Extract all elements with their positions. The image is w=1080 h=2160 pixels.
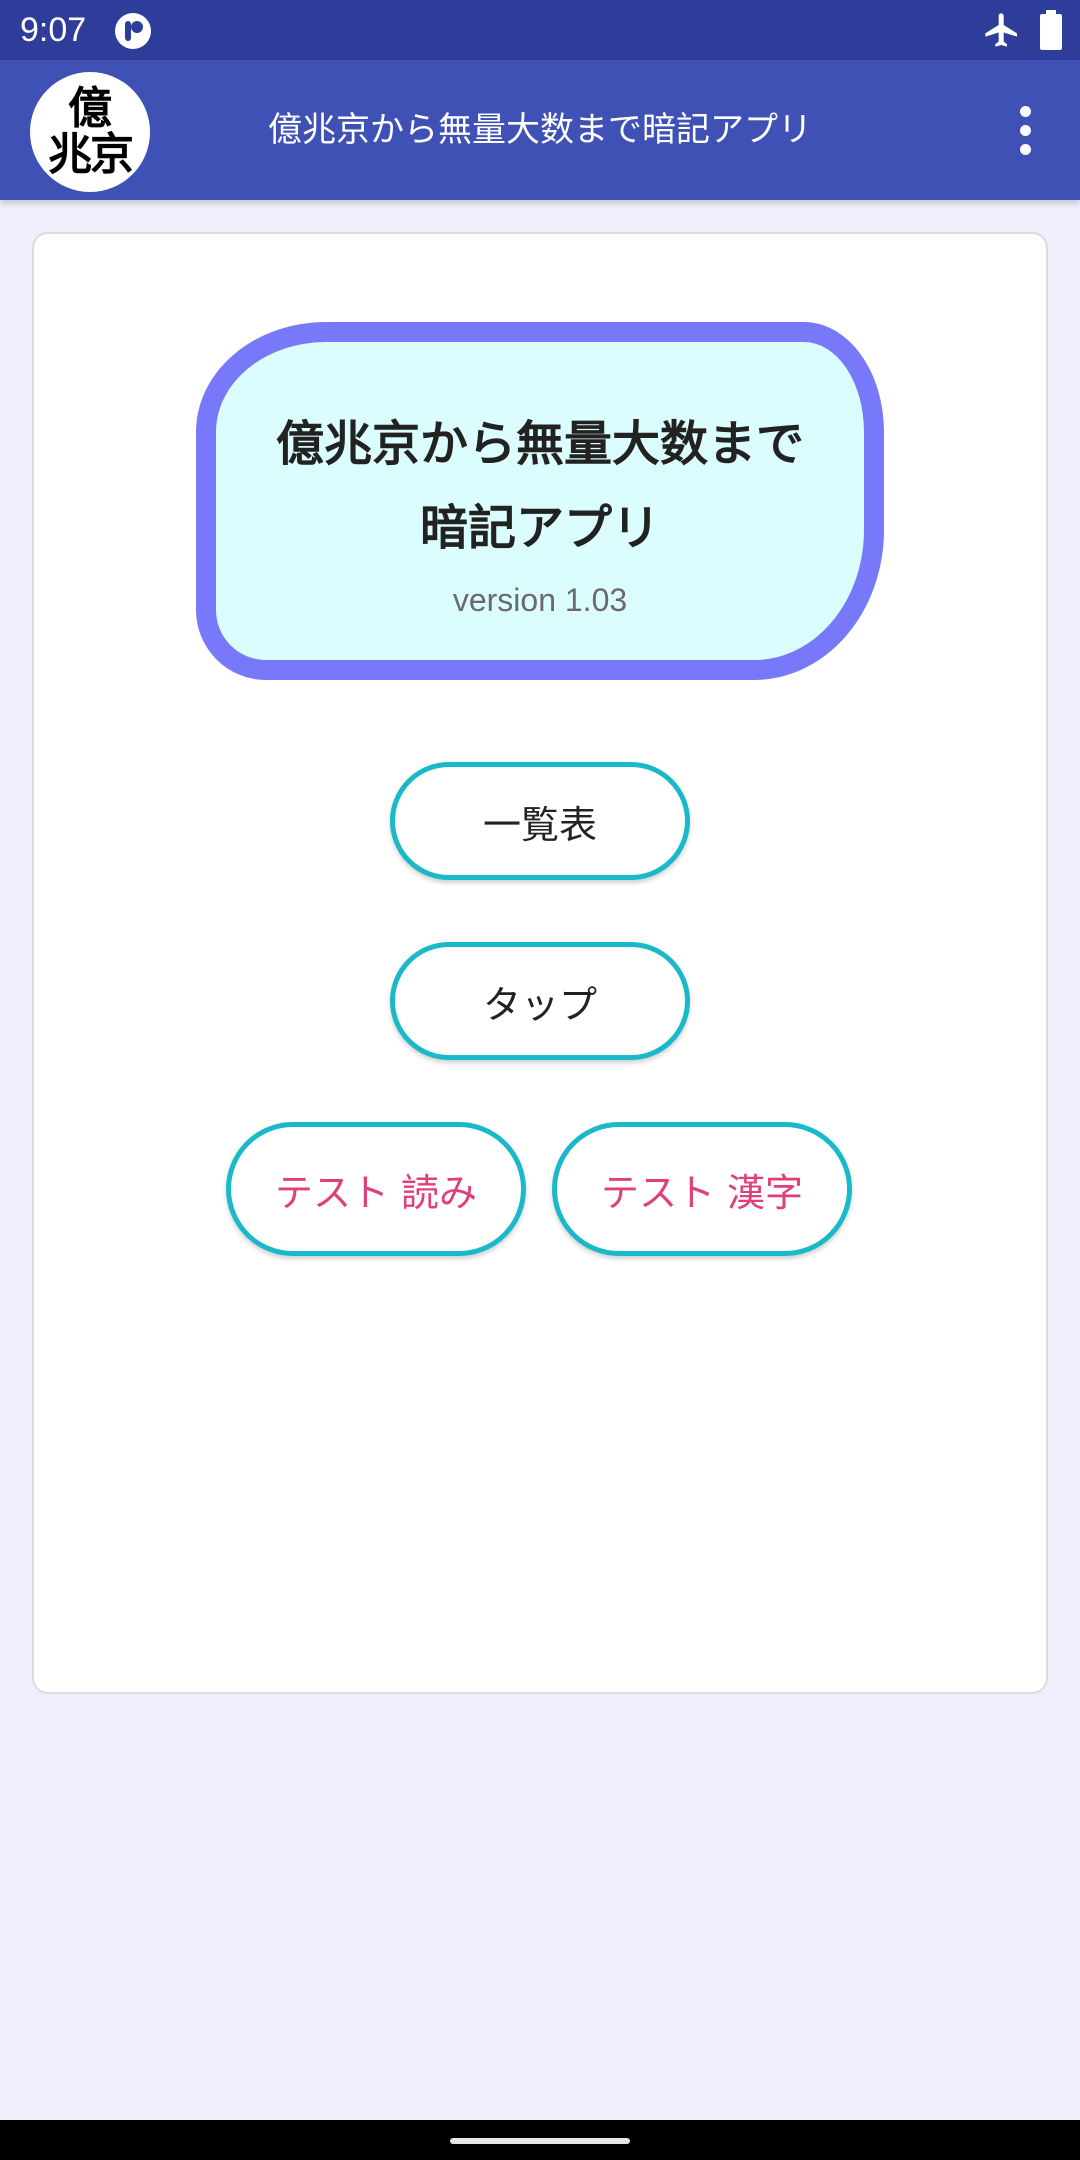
list-button[interactable]: 一覧表 xyxy=(390,762,690,880)
airplane-mode-icon xyxy=(985,13,1017,47)
test-kanji-button-label: テスト 漢字 xyxy=(600,1170,804,1215)
test-reading-button[interactable]: テスト 読み xyxy=(226,1122,526,1256)
logo-line1: 億 xyxy=(68,83,112,134)
tap-button[interactable]: タップ xyxy=(390,942,690,1060)
battery-icon xyxy=(1040,10,1062,50)
more-vert-icon xyxy=(1019,124,1031,136)
test-kanji-button[interactable]: テスト 漢字 xyxy=(552,1122,852,1256)
main-title: 億兆京から無量大数まで 暗記アプリ xyxy=(216,402,864,570)
title-panel: 億兆京から無量大数まで 暗記アプリ version 1.03 xyxy=(196,322,884,680)
list-button-label: 一覧表 xyxy=(482,802,597,847)
status-bar: 9:07 xyxy=(0,0,1080,60)
test-reading-button-label: テスト 読み xyxy=(274,1170,478,1215)
more-vert-icon xyxy=(1019,105,1031,117)
logo-line2: 兆京 xyxy=(48,129,134,180)
app-logo: 億 兆京 xyxy=(30,72,150,192)
app-bar: 億 兆京 億兆京から無量大数まで暗記アプリ xyxy=(0,60,1080,200)
version-label: version 1.03 xyxy=(452,582,628,618)
tap-button-label: タップ xyxy=(482,982,597,1027)
more-options-button[interactable] xyxy=(1000,100,1050,160)
home-indicator[interactable] xyxy=(450,2138,630,2144)
main-title-line1: 億兆京から無量大数まで xyxy=(275,416,804,472)
app-notification-icon xyxy=(115,13,151,49)
navigation-bar xyxy=(0,2120,1080,2160)
more-vert-icon xyxy=(1019,143,1031,155)
main-title-line2: 暗記アプリ xyxy=(419,500,660,556)
status-time: 9:07 xyxy=(20,11,87,49)
app-title: 億兆京から無量大数まで暗記アプリ xyxy=(268,110,812,150)
